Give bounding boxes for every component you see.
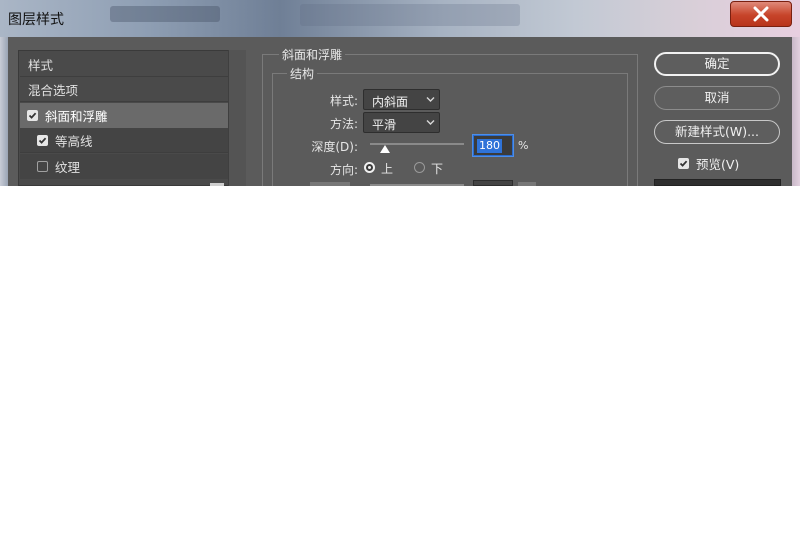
direction-up-label[interactable]: 上 [381,160,393,177]
list-item-contour[interactable]: 等高线 [20,128,228,153]
style-select[interactable]: 内斜面 [363,89,440,110]
background-blur [110,6,220,22]
checkbox[interactable] [37,134,48,146]
preview-checkbox[interactable] [678,158,689,169]
preview-label: 预览(V) [696,157,740,172]
preview-thumbnail [654,179,781,186]
style-label: 样式: [329,94,358,108]
window-border-right [792,37,800,186]
list-item-texture[interactable]: 纹理 [20,154,228,179]
window-border-left [0,37,8,186]
depth-input[interactable]: 180 [473,135,513,156]
technique-label: 方法: [329,117,358,131]
size-label-cropped [310,182,350,186]
preview-checkbox-row[interactable]: 预览(V) [678,154,739,173]
size-unit-cropped [518,182,536,186]
list-item-bevel-emboss[interactable]: 斜面和浮雕 [20,103,228,128]
select-value: 内斜面 [372,95,409,109]
size-slider-track[interactable] [370,184,464,186]
select-value: 平滑 [372,118,397,132]
list-item-label: 纹理 [55,160,81,175]
depth-slider-thumb[interactable] [380,145,390,153]
list-scroll-thumb[interactable] [210,183,224,186]
checkmark-icon [28,112,37,119]
title-bar[interactable]: 图层样式 [0,0,800,37]
close-icon [753,6,769,22]
ok-button[interactable]: 确定 [654,52,780,76]
checkbox[interactable] [27,110,38,121]
checkmark-icon [38,137,47,144]
list-item-label: 样式 [28,57,54,73]
cancel-button[interactable]: 取消 [654,86,780,110]
layer-style-dialog: 图层样式 样式 混合选项 斜面和浮雕 等高线 纹理 斜面和浮雕 结构 样式: 内… [0,0,800,186]
window-title: 图层样式 [8,12,64,28]
chevron-down-icon [426,120,435,125]
new-style-button[interactable]: 新建样式(W)... [654,120,780,144]
chevron-down-icon [426,97,435,102]
list-scrollbar[interactable] [228,50,246,186]
direction-down-radio[interactable] [414,162,425,173]
list-item-blending-options[interactable]: 混合选项 [20,77,228,102]
size-row-partial [310,180,536,186]
depth-unit: % [518,139,529,152]
depth-value: 180 [477,139,502,153]
direction-down-label[interactable]: 下 [431,160,443,177]
style-list-panel: 样式 混合选项 斜面和浮雕 等高线 纹理 [18,50,230,186]
list-item-label: 斜面和浮雕 [45,109,108,124]
checkbox[interactable] [37,161,48,172]
checkmark-icon [679,160,688,167]
size-input[interactable] [473,180,513,186]
direction-label: 方向: [329,163,358,177]
depth-label: 深度(D): [311,140,358,154]
section-title: 结构 [287,65,318,82]
close-button[interactable] [730,1,792,27]
list-item-styles[interactable]: 样式 [20,52,228,77]
technique-select[interactable]: 平滑 [363,112,440,133]
list-item-label: 等高线 [55,133,93,149]
group-title: 斜面和浮雕 [279,46,346,63]
direction-up-radio[interactable] [364,162,375,173]
background-blur [300,4,520,26]
list-item-label: 混合选项 [28,82,79,98]
